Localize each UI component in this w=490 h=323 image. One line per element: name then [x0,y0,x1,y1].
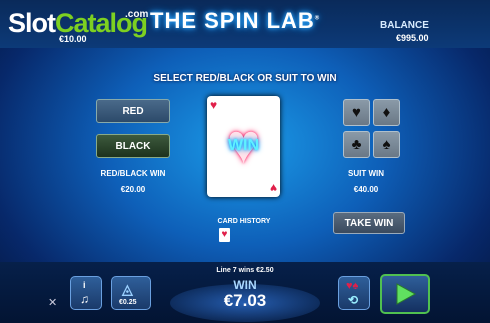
watermark-suffix: .com [125,9,149,20]
diamonds-button[interactable]: ♦ [373,99,400,126]
watermark-part1: Slot [8,8,56,38]
spades-button[interactable]: ♠ [373,131,400,158]
last-win-text: Line 7 wins €2.50 [216,267,274,274]
suit-win-label: SUIT WIN [348,169,384,178]
play-icon [396,283,417,305]
hearts-button[interactable]: ♥ [343,99,370,126]
take-win-button[interactable]: TAKE WIN [333,212,405,234]
card-corner-top: ♥ [210,98,218,112]
red-black-win-label: RED/BLACK WIN [100,169,166,178]
suit-win-value: €40.00 [353,185,379,194]
red-black-win-value: €20.00 [120,185,146,194]
black-button[interactable]: BLACK [96,134,170,158]
clubs-button[interactable]: ♣ [343,131,370,158]
history-card: ♥ [219,228,230,242]
balance-value: €995.00 [396,33,429,43]
gamble-button[interactable]: ♥♠ ⟲ [338,276,370,310]
card-history-label: CARD HISTORY [217,218,271,225]
red-button[interactable]: RED [96,99,170,123]
trademark: ® [314,15,321,22]
game-title: THE SPIN LAB® [150,8,320,34]
balance-label: BALANCE [380,20,429,31]
gamble-prompt: SELECT RED/BLACK OR SUIT TO WIN [153,73,337,84]
card-corner-bottom: ♥ [269,181,277,195]
gamble-suit-icon: ♥♠ [346,280,359,292]
spin-button[interactable] [380,274,430,314]
stake-value: €10.00 [59,34,87,44]
refresh-icon: ⟲ [348,293,359,307]
card-win-text: WIN [227,137,260,154]
game-title-text: THE SPIN LAB [150,8,315,33]
gamble-card: ♥ ♥ WIN ♥ [207,96,280,197]
